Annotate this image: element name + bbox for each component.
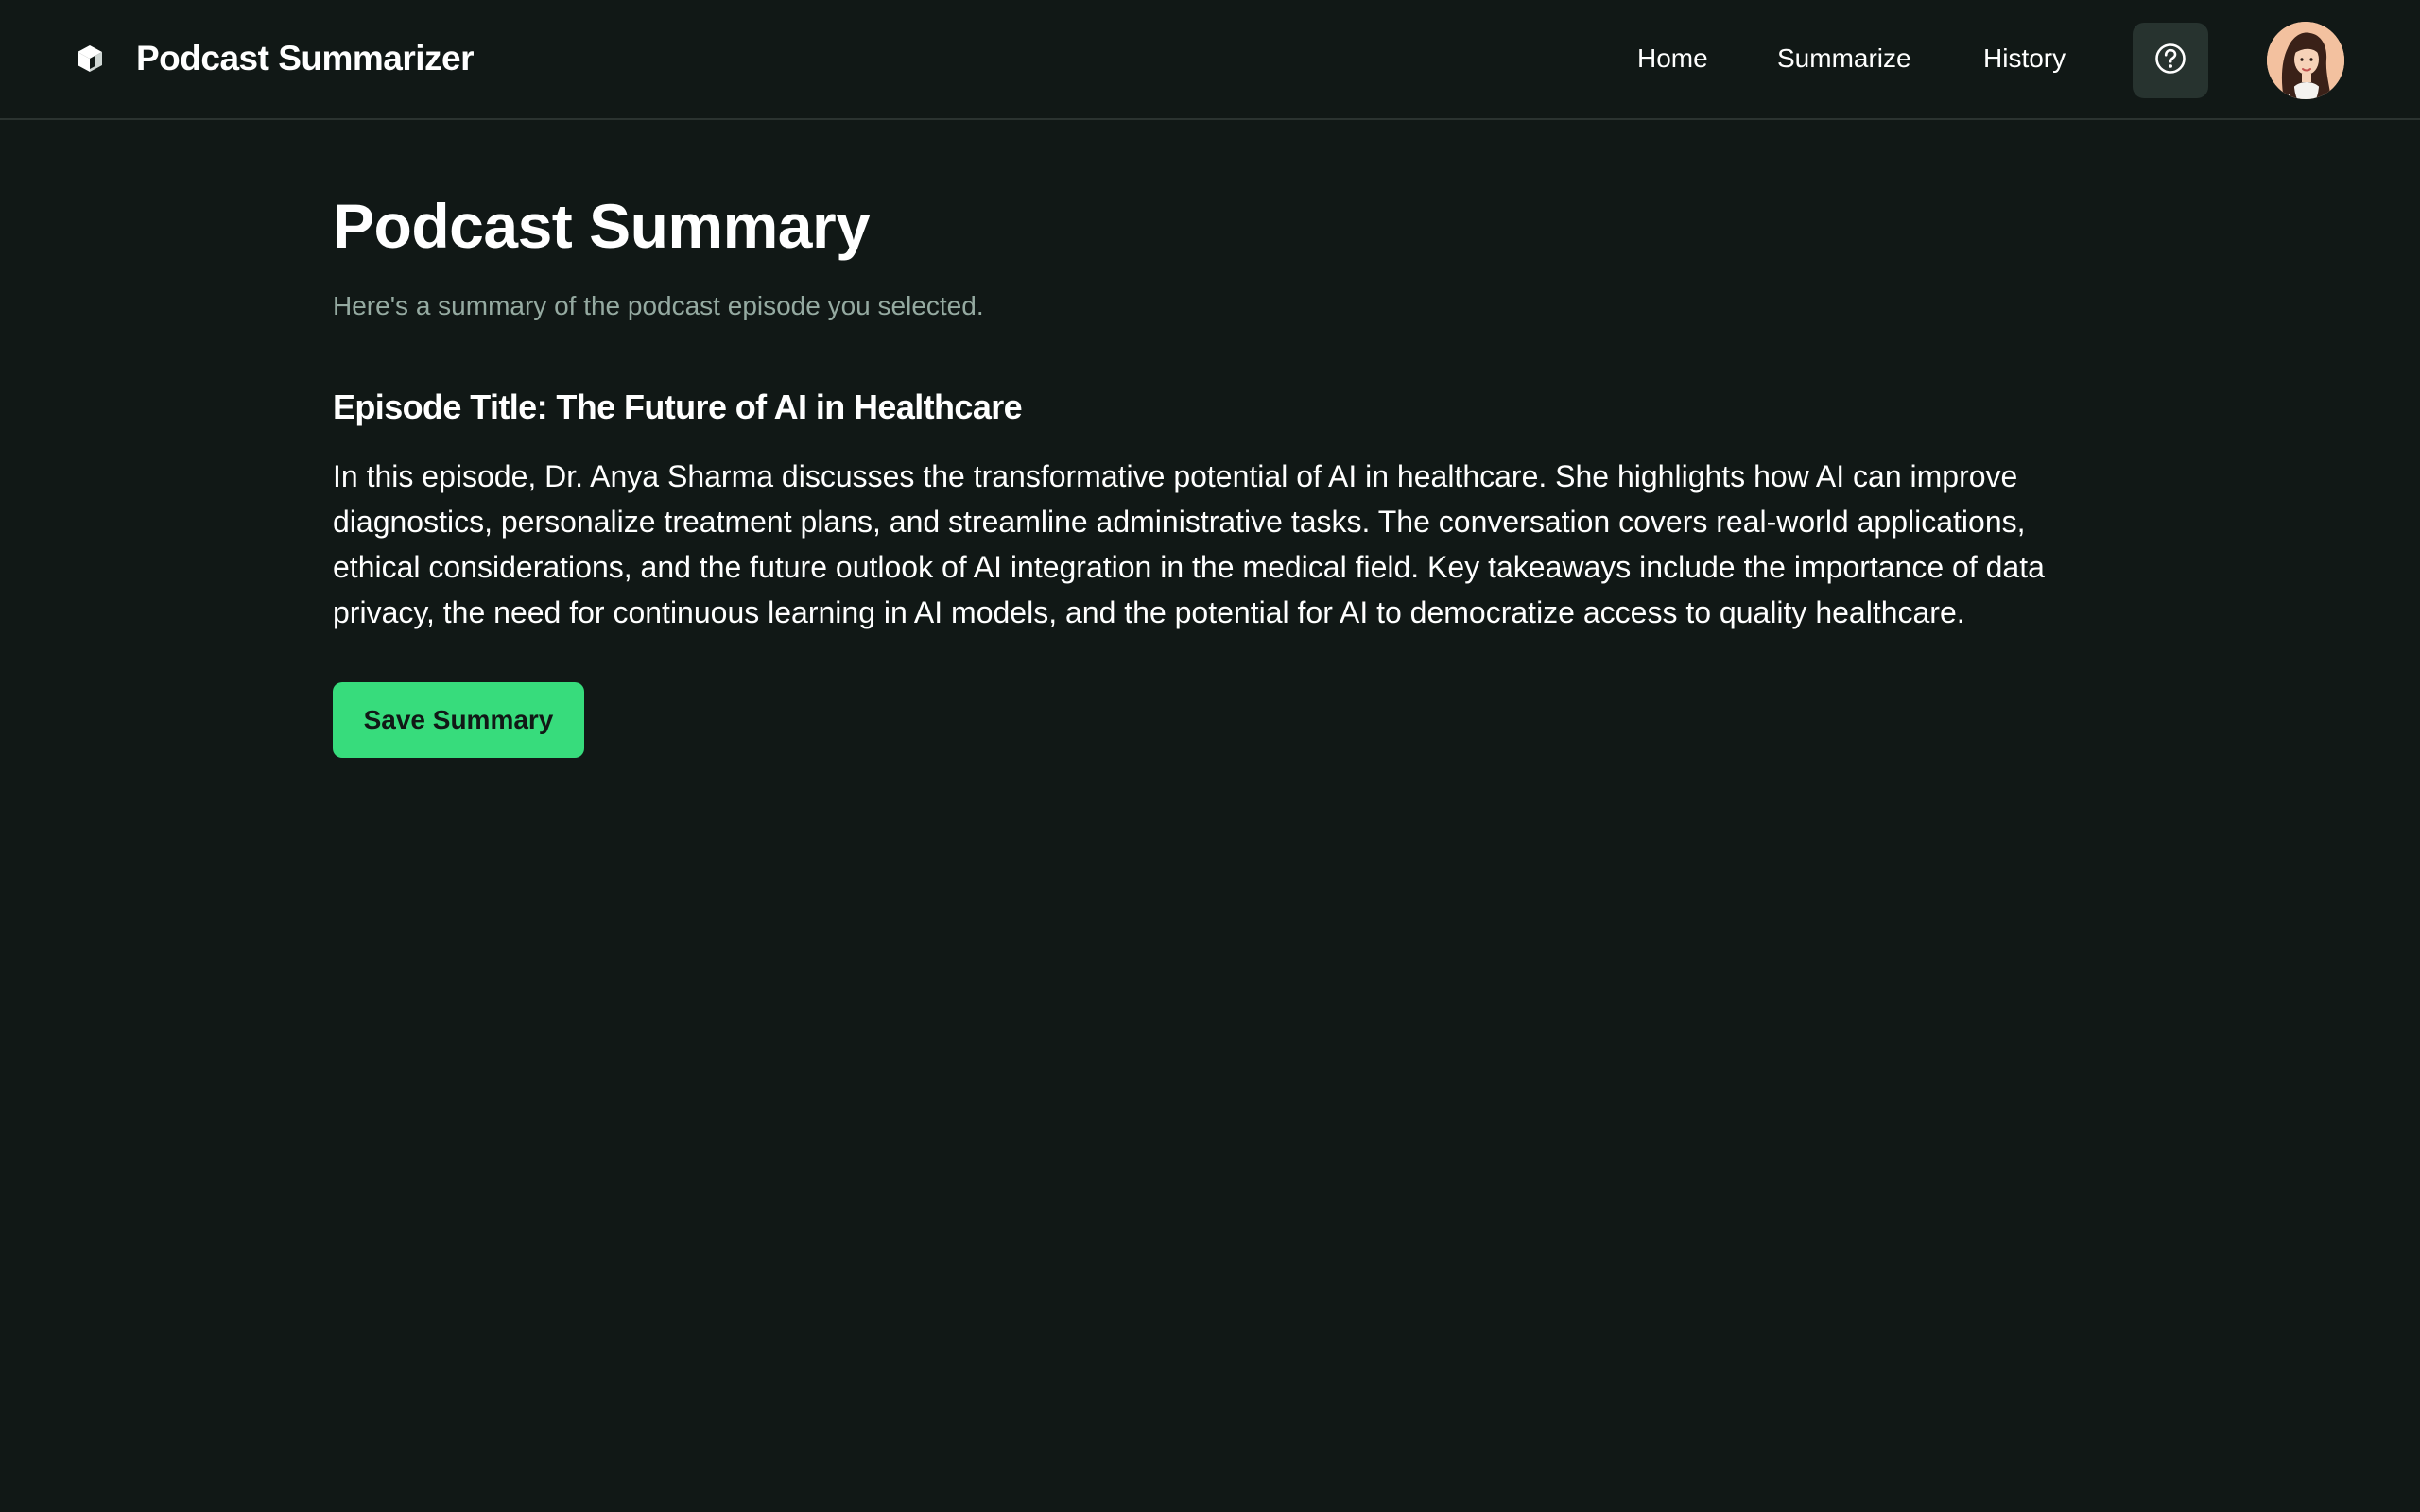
help-button[interactable] (2133, 23, 2208, 98)
brand[interactable]: Podcast Summarizer (74, 34, 475, 83)
nav-home[interactable]: Home (1637, 38, 1708, 79)
help-circle-icon (2153, 42, 2187, 80)
episode-title: Episode Title: The Future of AI in Healt… (333, 387, 1023, 426)
page-title: Podcast Summary (333, 191, 871, 261)
user-avatar[interactable] (2267, 22, 2344, 99)
nav-summarize[interactable]: Summarize (1777, 38, 1911, 79)
page-subtitle: Here's a summary of the podcast episode … (333, 291, 984, 320)
save-summary-button[interactable]: Save Summary (333, 682, 584, 758)
cube-icon (74, 43, 106, 75)
nav-history[interactable]: History (1983, 38, 2066, 79)
summary-text: In this episode, Dr. Anya Sharma discuss… (333, 459, 2045, 629)
app-title: Podcast Summarizer (136, 39, 475, 77)
top-navigation-bar: Podcast Summarizer Home Summarize Histor… (0, 0, 2420, 120)
